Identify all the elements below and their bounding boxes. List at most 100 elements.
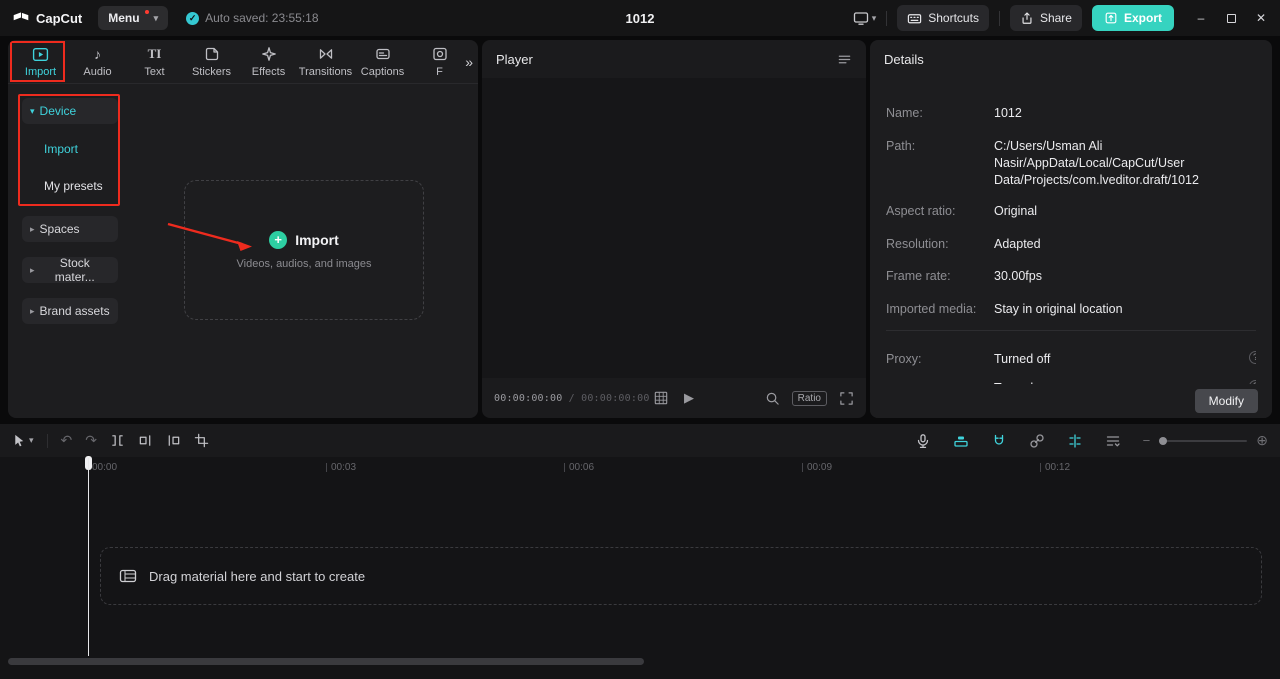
modify-button[interactable]: Modify [1194,389,1258,413]
play-button[interactable]: ▶ [684,390,694,406]
caret-down-icon: ▾ [29,435,34,445]
window-minimize-button[interactable]: – [1186,0,1216,36]
player-panel: Player 00:00:00:00 / 00:00:00:00 ▶ Ratio [482,40,866,418]
tab-text[interactable]: TI Text [126,46,183,78]
text-tab-icon: TI [147,46,162,61]
media-content: + Import Videos, audios, and images [134,84,478,417]
timeline-playhead[interactable] [85,456,92,656]
plus-icon: + [269,230,288,249]
tab-transitions[interactable]: Transitions [297,46,354,78]
crop-icon [194,433,209,448]
proxy-help-icon[interactable]: ? [1249,351,1256,364]
cursor-icon [15,434,24,447]
split-button[interactable] [110,433,125,448]
zoom-slider-thumb[interactable] [1159,436,1168,445]
record-voiceover-button[interactable] [915,433,931,449]
nav-item-stock-materials[interactable]: ▸ Stock mater... [22,256,118,284]
media-clip-icon [119,569,137,583]
topbar-right: ▾ Shortcuts Share Export – ✕ [853,0,1280,36]
caret-right-icon: ▸ [30,264,35,275]
topbar-divider [886,10,888,26]
timeline-zoom-slider[interactable] [1159,436,1248,445]
ruler-tick [802,463,803,472]
autosave-text: Auto saved: 23:55:18 [205,11,319,25]
select-tool-button[interactable]: ▾ [12,433,34,448]
ruler-tick [326,463,327,472]
link-icon [1030,433,1044,448]
tabbar-expand-chevron-icon[interactable]: » [461,53,473,70]
player-timecode: 00:00:00:00 / 00:00:00:00 [494,392,650,404]
export-icon [1105,12,1117,24]
nav-item-device[interactable]: ▾ Device [22,98,118,124]
shortcuts-button[interactable]: Shortcuts [897,5,989,31]
auto-snapping-toggle[interactable] [991,433,1007,449]
undo-button[interactable]: ↶ [61,432,73,449]
nav-item-spaces[interactable]: ▸ Spaces [22,216,118,242]
captions-tab-icon [375,46,391,63]
window-controls: – ✕ [1186,0,1276,36]
fullscreen-button[interactable] [839,391,854,406]
menu-notification-dot [144,10,149,14]
ruler-label: 00:03 [331,462,357,473]
crop-button[interactable] [194,433,209,448]
ratio-button[interactable]: Ratio [791,390,827,406]
player-header: Player [482,40,866,78]
zoom-out-button[interactable]: − [1143,433,1151,448]
tab-captions[interactable]: Captions [354,46,411,78]
tab-stickers[interactable]: Stickers [183,46,240,78]
tab-audio[interactable]: ♪ Audio [69,46,126,78]
display-mode-button[interactable]: ▾ [853,10,876,26]
nav-item-device-import[interactable]: Import [22,130,118,167]
details-panel: Details Name: 1012 Path: C:/Users/Usman … [870,40,1272,418]
window-close-button[interactable]: ✕ [1246,0,1276,36]
main-track-magnet-icon [954,436,968,447]
main-track-magnet-toggle[interactable] [953,433,969,449]
detail-row-name: Name: 1012 [886,106,1022,120]
tab-import[interactable]: Import [12,46,69,78]
ruler-label: 00:00 [92,462,118,473]
linking-toggle[interactable] [1029,433,1045,449]
filters-tab-icon [432,46,448,63]
fold-tracks-toggle[interactable] [1105,433,1121,449]
window-maximize-button[interactable] [1216,0,1246,36]
import-dropzone-subtitle: Videos, audios, and images [236,257,372,270]
capcut-logo: CapCut [12,9,82,27]
player-right-controls: Ratio [765,390,854,406]
caret-down-icon: ▾ [153,12,159,23]
import-dropzone[interactable]: + Import Videos, audios, and images [184,180,424,320]
timeline-horizontal-scrollbar[interactable] [8,658,644,665]
frame-grid-button[interactable] [654,391,668,405]
ruler-label: 00:06 [569,462,595,473]
media-nav: ▾ Device Import My presets ▸ Spaces ▸ St… [8,84,134,417]
split-icon [112,435,123,446]
project-title: 1012 [625,10,655,26]
player-options-button[interactable] [837,52,852,67]
details-footer: Modify [870,384,1272,418]
magnet-icon [994,434,1003,445]
delete-left-button[interactable] [138,433,153,448]
nav-item-brand-assets[interactable]: ▸ Brand assets [22,298,118,324]
player-title: Player [496,51,533,67]
delete-right-button[interactable] [166,433,181,448]
share-button[interactable]: Share [1009,5,1082,31]
import-dropzone-title: Import [295,231,339,248]
detail-row-imported-media: Imported media: Stay in original locatio… [886,302,1123,316]
tab-filters[interactable]: F [411,46,468,78]
ruler-label: 00:12 [1045,462,1071,473]
zoom-in-button[interactable]: ⊕ [1256,432,1268,449]
export-button[interactable]: Export [1091,5,1174,31]
nav-item-my-presets[interactable]: My presets [22,167,118,204]
redo-button[interactable]: ↷ [85,432,97,449]
tab-effects[interactable]: Effects [240,46,297,78]
zoom-fit-button[interactable] [765,391,780,406]
import-tab-icon [32,46,49,63]
menu-button[interactable]: Menu ▾ [98,6,169,30]
timeline-zoom-controls: − ⊕ [1143,432,1268,449]
timeline-drop-target[interactable]: Drag material here and start to create [100,547,1262,605]
capcut-logo-icon [13,12,29,21]
detail-row-frame-rate: Frame rate: 30.00fps [886,269,1042,283]
timeline-ruler[interactable]: 00:00 00:03 00:06 00:09 00:12 [0,457,1280,480]
capcut-app: CapCut Menu ▾ ✓ Auto saved: 23:55:18 101… [0,0,1280,679]
share-icon [1022,12,1032,24]
preview-axis-toggle[interactable] [1067,433,1083,449]
